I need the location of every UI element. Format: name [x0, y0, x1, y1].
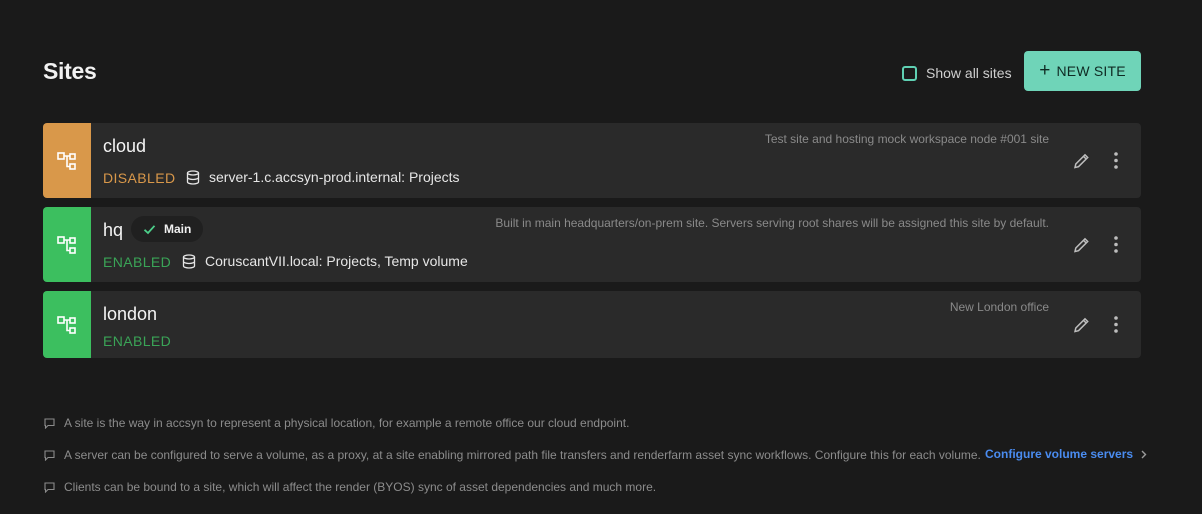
edit-site-button[interactable] — [1072, 315, 1091, 334]
site-description: New London office — [949, 300, 1049, 314]
card-actions — [1072, 235, 1119, 254]
check-icon — [143, 224, 156, 234]
sites-page: Sites Show all sites + NEW SITE cloud Te… — [0, 0, 1202, 514]
site-name[interactable]: hq — [103, 220, 123, 241]
database-icon — [182, 253, 196, 269]
configure-volume-servers-link[interactable]: Configure volume servers — [985, 447, 1147, 461]
note-text: A server can be configured to serve a vo… — [64, 448, 981, 462]
edit-site-button[interactable] — [1072, 235, 1091, 254]
site-hierarchy-icon — [57, 315, 76, 334]
site-server: server-1.c.accsyn-prod.internal: Project… — [186, 169, 460, 185]
show-all-sites-toggle[interactable]: Show all sites — [902, 64, 1012, 82]
configure-link-label: Configure volume servers — [985, 447, 1134, 461]
site-card-hq[interactable]: hq Main Built in main headquarters/on-pr… — [43, 207, 1141, 282]
note-servers: A server can be configured to serve a vo… — [44, 448, 981, 462]
edit-site-button[interactable] — [1072, 151, 1091, 170]
status-badge: DISABLED — [103, 170, 176, 186]
status-badge: ENABLED — [103, 254, 172, 270]
site-name[interactable]: london — [103, 304, 157, 325]
more-vertical-icon — [1114, 316, 1118, 333]
site-card-london[interactable]: london New London office ENABLED — [43, 291, 1141, 358]
comment-icon — [44, 449, 55, 461]
site-server: CoruscantVII.local: Projects, Temp volum… — [182, 253, 468, 269]
show-all-sites-label: Show all sites — [926, 65, 1012, 81]
site-more-button[interactable] — [1113, 236, 1119, 254]
note-text: A site is the way in accsyn to represent… — [64, 416, 630, 430]
more-vertical-icon — [1114, 152, 1118, 169]
status-badge: ENABLED — [103, 333, 172, 349]
site-hierarchy-icon — [57, 151, 76, 170]
note-sites: A site is the way in accsyn to represent… — [44, 416, 629, 430]
card-actions — [1072, 315, 1119, 334]
server-text: server-1.c.accsyn-prod.internal: Project… — [209, 169, 460, 185]
main-site-chip: Main — [131, 216, 204, 242]
comment-icon — [44, 481, 55, 493]
pencil-icon — [1074, 317, 1089, 332]
new-site-button[interactable]: + NEW SITE — [1024, 51, 1141, 91]
plus-icon: + — [1039, 59, 1051, 81]
comment-icon — [44, 417, 55, 429]
site-icon-box — [43, 123, 91, 198]
database-icon — [186, 169, 200, 185]
show-all-sites-checkbox[interactable] — [902, 65, 917, 81]
note-text: Clients can be bound to a site, which wi… — [64, 480, 657, 494]
new-site-label: NEW SITE — [1056, 63, 1126, 79]
site-name[interactable]: cloud — [103, 136, 146, 157]
page-title: Sites — [43, 58, 97, 84]
main-chip-label: Main — [164, 222, 192, 236]
site-icon-box — [43, 207, 91, 282]
site-description: Built in main headquarters/on-prem site.… — [495, 216, 1049, 230]
site-card-cloud[interactable]: cloud Test site and hosting mock workspa… — [43, 123, 1141, 198]
pencil-icon — [1074, 153, 1089, 168]
chevron-right-icon — [1141, 450, 1147, 458]
more-vertical-icon — [1114, 236, 1118, 253]
note-clients: Clients can be bound to a site, which wi… — [44, 480, 656, 494]
card-actions — [1072, 151, 1119, 170]
site-more-button[interactable] — [1113, 316, 1119, 334]
server-text: CoruscantVII.local: Projects, Temp volum… — [205, 253, 468, 269]
site-hierarchy-icon — [57, 235, 76, 254]
site-icon-box — [43, 291, 91, 358]
pencil-icon — [1074, 237, 1089, 252]
site-more-button[interactable] — [1113, 152, 1119, 170]
site-description: Test site and hosting mock workspace nod… — [764, 132, 1049, 146]
